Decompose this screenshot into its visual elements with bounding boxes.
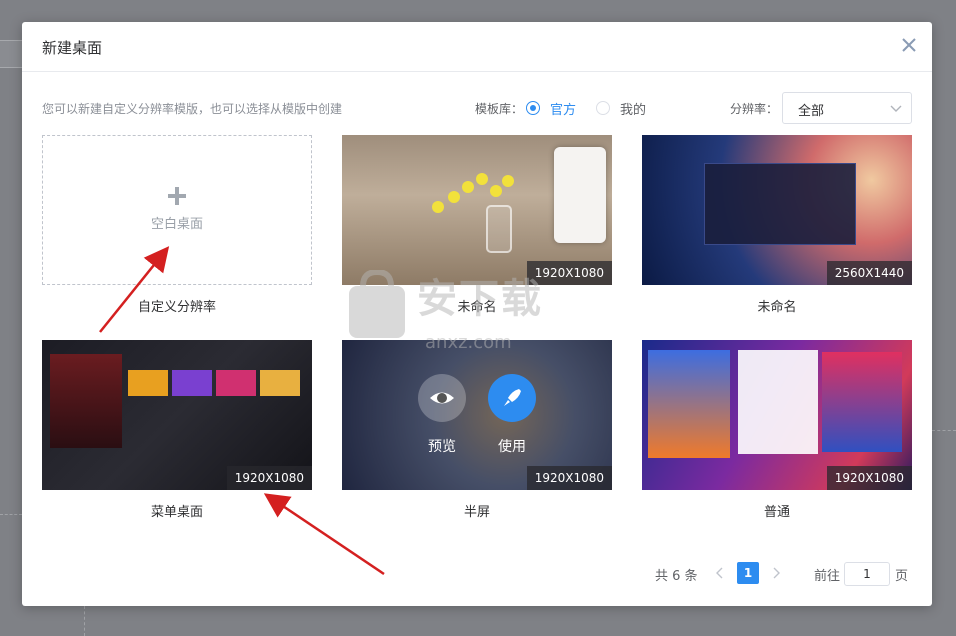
template-card-hovered[interactable]: 预览 使用 1920X1080 (342, 340, 612, 490)
thumbnail-flower (490, 185, 502, 197)
pagination-total: 共 6 条 (655, 569, 698, 584)
card-caption: 未命名 (757, 300, 797, 315)
resolution-select-value: 全部 (798, 104, 825, 119)
dialog-header: 新建桌面 (22, 22, 932, 72)
thumbnail-vase (486, 205, 512, 253)
resolution-badge: 2560X1440 (826, 261, 912, 285)
radio-label: 官方 (550, 102, 577, 118)
thumbnail-flower (462, 181, 474, 193)
template-card[interactable]: 1920X1080 (342, 135, 612, 285)
thumbnail-side-banner (822, 352, 902, 452)
background-divider (932, 430, 956, 431)
thumbnail-tile (172, 370, 212, 396)
thumbnail-tile (216, 370, 256, 396)
card-caption: 未命名 (457, 300, 497, 315)
thumbnail-flower (476, 173, 488, 185)
chevron-right-icon[interactable] (768, 564, 784, 582)
card-caption: 菜单桌面 (150, 505, 203, 520)
new-desktop-dialog: 新建桌面 您可以新建自定义分辨率模版，也可以选择从模版中创建 模板库： 官方 我… (22, 22, 932, 606)
template-card[interactable]: 2560X1440 (642, 135, 912, 285)
thumbnail-icon-grid (738, 350, 818, 454)
thumbnail-banner (50, 354, 122, 448)
background-divider (84, 606, 85, 636)
thumbnail-panel (704, 163, 856, 245)
close-icon[interactable] (898, 34, 920, 56)
background-divider (0, 514, 22, 515)
pagination-goto-label: 前往 (814, 569, 841, 584)
hint-text: 您可以新建自定义分辨率模版，也可以选择从模版中创建 (42, 102, 343, 116)
radio-label: 我的 (620, 102, 647, 118)
chevron-left-icon[interactable] (712, 564, 728, 582)
thumbnail-poster (648, 350, 730, 458)
radio-dot[interactable] (596, 101, 610, 115)
thumbnail-tile (260, 370, 300, 396)
card-caption: 自定义分辨率 (137, 300, 216, 315)
rocket-icon (504, 389, 521, 406)
card-caption: 普通 (763, 505, 790, 520)
blank-desktop-label: 空白桌面 (150, 217, 203, 232)
radio-dot[interactable] (526, 101, 540, 115)
thumbnail-phone (554, 147, 606, 243)
preview-label: 预览 (428, 439, 456, 455)
preview-button[interactable] (418, 374, 466, 422)
chevron-down-icon (890, 105, 902, 112)
thumbnail-flower (432, 201, 444, 213)
blank-desktop-card[interactable]: 空白桌面 (42, 135, 312, 285)
resolution-label: 分辨率： (730, 102, 779, 116)
radio-official[interactable]: 官方 (526, 100, 577, 118)
resolution-badge: 1920X1080 (526, 466, 612, 490)
plus-icon (168, 187, 186, 205)
pagination-goto-input[interactable] (844, 562, 890, 586)
template-card[interactable]: 1920X1080 (642, 340, 912, 490)
radio-mine[interactable]: 我的 (596, 100, 647, 118)
resolution-badge: 1920X1080 (226, 466, 312, 490)
eye-icon (430, 392, 454, 404)
template-repo-label: 模板库： (475, 102, 524, 116)
card-caption: 半屏 (463, 505, 490, 520)
resolution-select[interactable]: 全部 (782, 92, 912, 124)
resolution-badge: 1920X1080 (826, 466, 912, 490)
template-card[interactable]: 1920X1080 (42, 340, 312, 490)
use-label: 使用 (498, 439, 526, 455)
thumbnail-tile (128, 370, 168, 396)
use-button[interactable] (488, 374, 536, 422)
resolution-badge: 1920X1080 (526, 261, 612, 285)
pagination-current-page[interactable]: 1 (737, 562, 759, 584)
dialog-title: 新建桌面 (42, 39, 103, 57)
pagination-unit-label: 页 (895, 569, 909, 584)
thumbnail-flower (448, 191, 460, 203)
thumbnail-flower (502, 175, 514, 187)
